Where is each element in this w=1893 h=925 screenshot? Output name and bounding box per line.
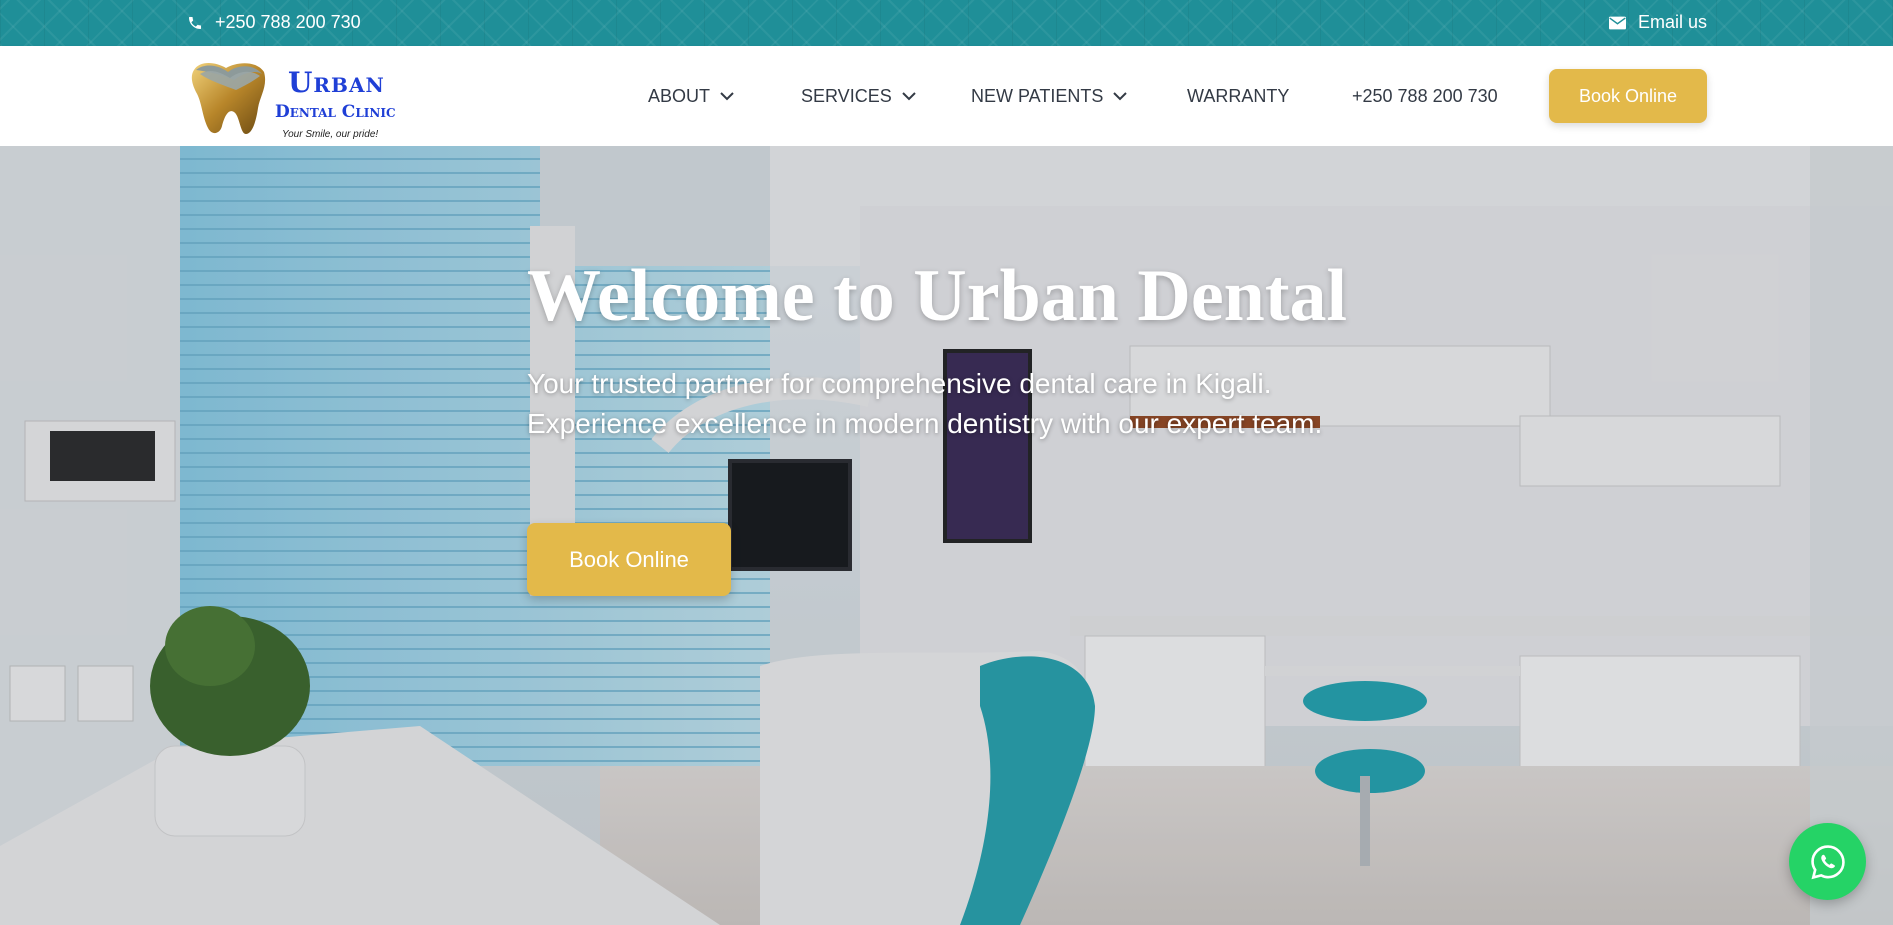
chevron-down-icon [1113, 92, 1128, 101]
hero-section: Welcome to Urban Dental Your trusted par… [0, 146, 1893, 925]
hero-title: Welcome to Urban Dental [527, 255, 1348, 337]
hero-book-online-button[interactable]: Book Online [527, 523, 731, 596]
logo-subtitle: Dental Clinic [275, 102, 396, 122]
hero-subtitle: Your trusted partner for comprehensive d… [527, 368, 1323, 439]
nav-new-patients-label: NEW PATIENTS [971, 86, 1104, 106]
nav-about[interactable]: ABOUT [648, 86, 734, 107]
chevron-down-icon [901, 92, 916, 101]
tooth-logo-icon [191, 63, 266, 134]
logo-name: Urban [288, 66, 385, 99]
logo-tagline: Your Smile, our pride! [282, 129, 379, 140]
nav-phone[interactable]: +250 788 200 730 [1352, 86, 1498, 107]
logo[interactable]: Urban Dental Clinic Your Smile, our prid… [186, 56, 396, 140]
nav-services[interactable]: SERVICES [801, 86, 916, 107]
envelope-icon [1608, 16, 1626, 30]
nav-phone-label: +250 788 200 730 [1352, 86, 1498, 106]
nav-warranty-label: WARRANTY [1187, 86, 1290, 106]
topbar-email-text: Email us [1637, 12, 1707, 32]
top-bar: +250 788 200 730 Email us [0, 0, 1893, 46]
nav-warranty[interactable]: WARRANTY [1187, 86, 1289, 107]
topbar-email-link[interactable]: Email us [1608, 12, 1707, 33]
topbar-phone-link[interactable]: +250 788 200 730 [187, 12, 361, 33]
chevron-down-icon [720, 92, 734, 101]
nav-about-label: ABOUT [648, 86, 711, 106]
whatsapp-icon [1810, 844, 1845, 879]
phone-icon [187, 15, 203, 31]
nav-new-patients[interactable]: NEW PATIENTS [971, 86, 1128, 107]
header-book-online-button[interactable]: Book Online [1549, 69, 1707, 123]
topbar-phone-text: +250 788 200 730 [215, 12, 361, 32]
whatsapp-button[interactable] [1789, 823, 1866, 900]
site-header: Urban Dental Clinic Your Smile, our prid… [0, 46, 1893, 146]
nav-services-label: SERVICES [801, 86, 892, 106]
